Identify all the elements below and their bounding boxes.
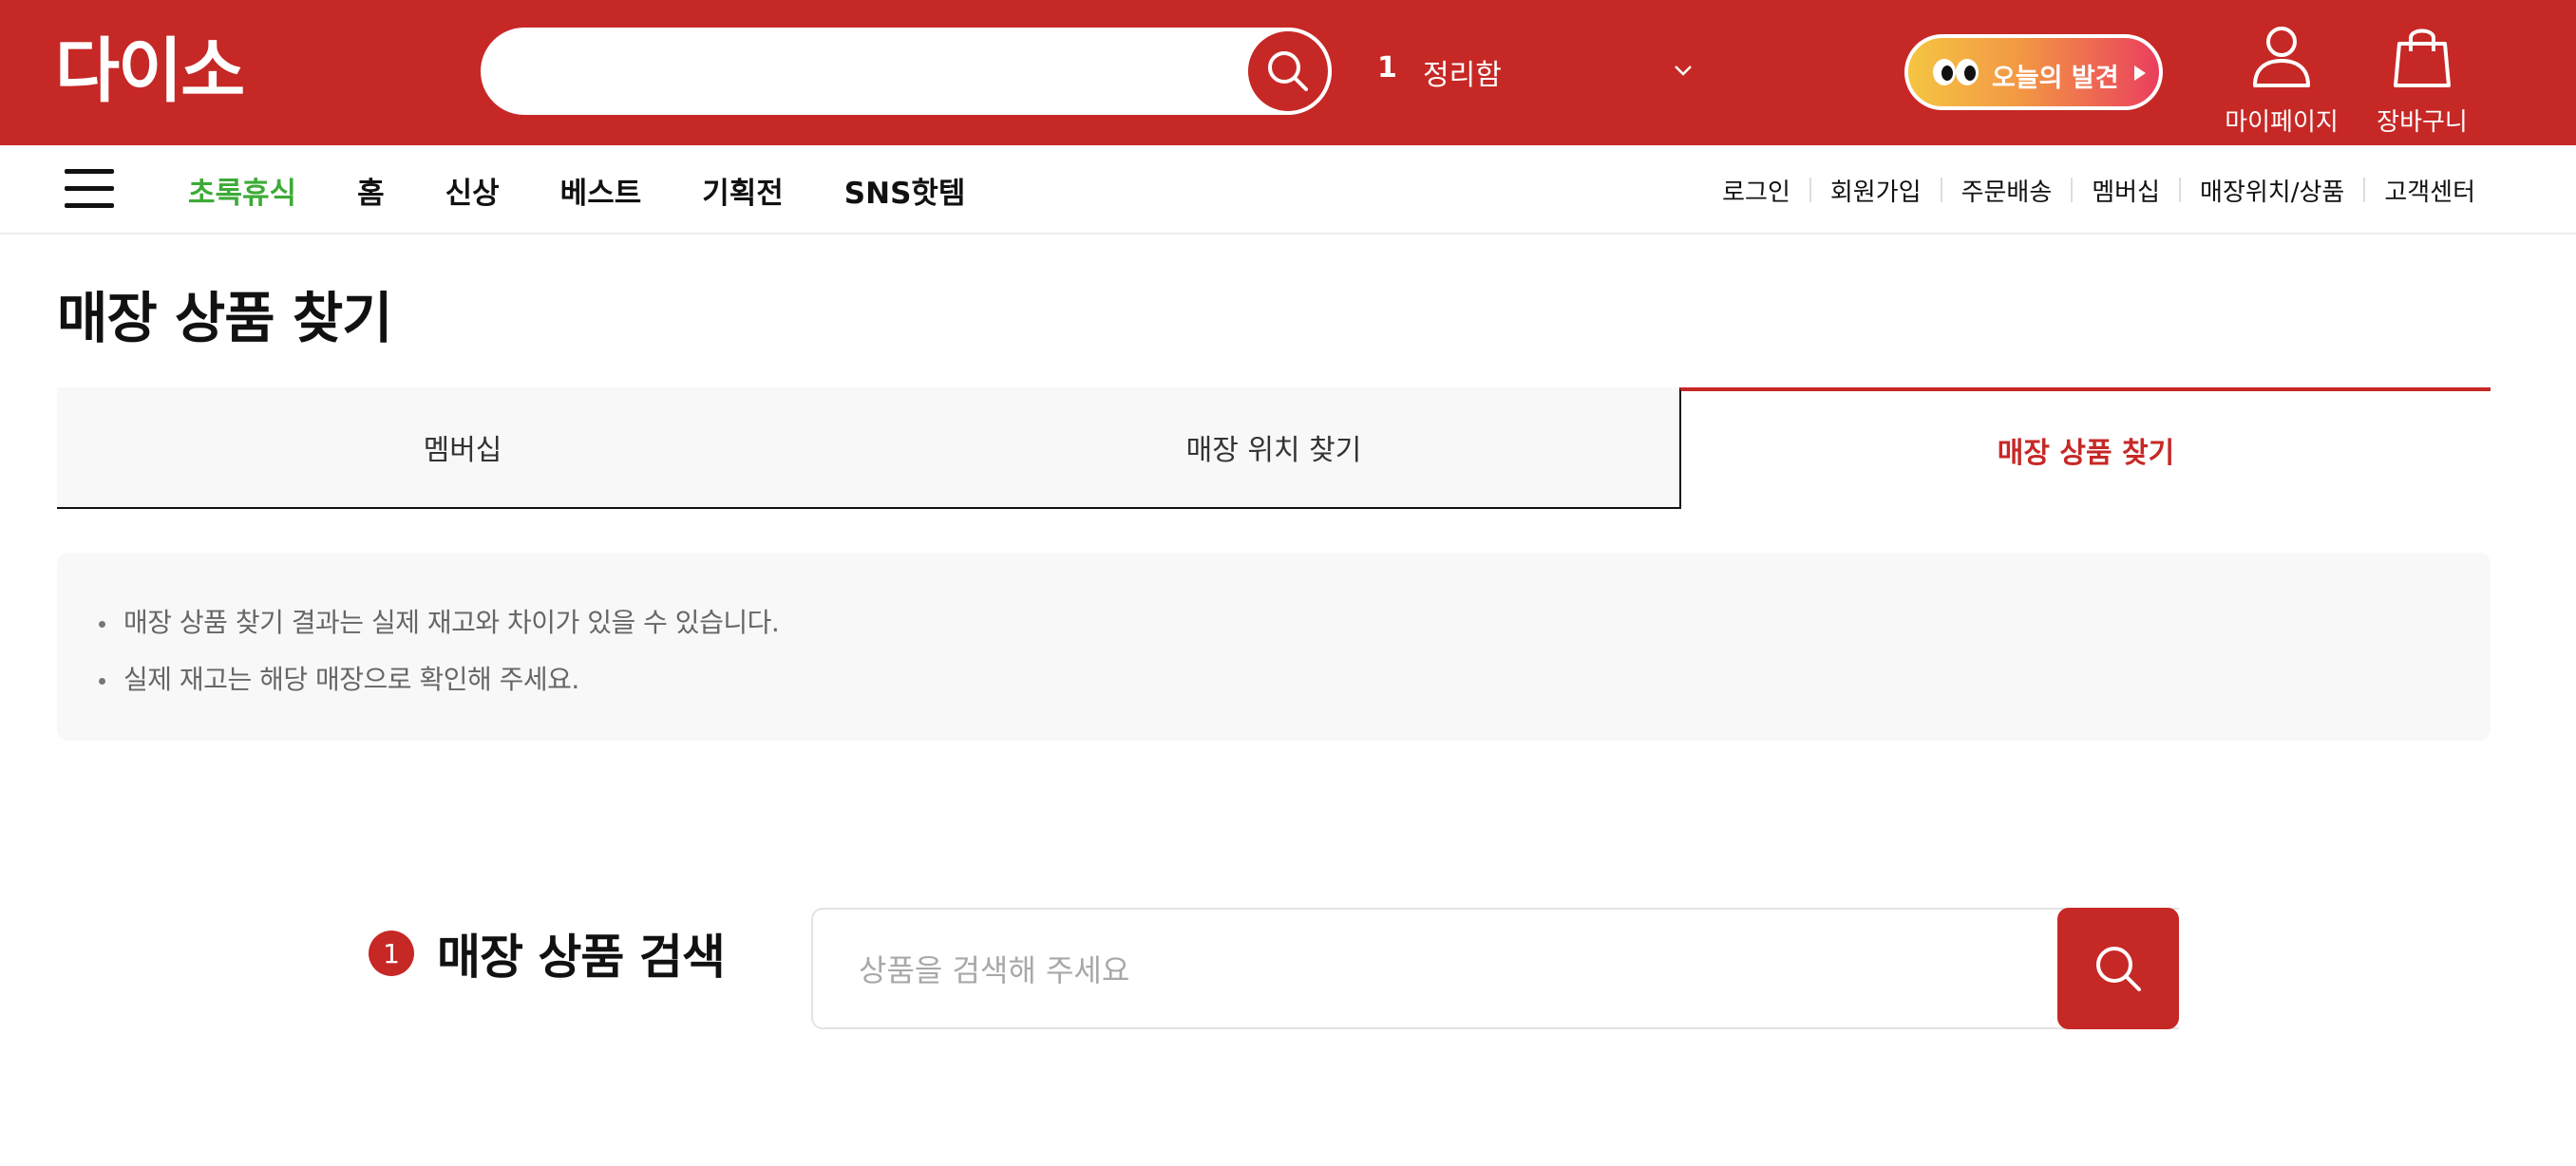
divider: [1809, 178, 1811, 202]
membership-link[interactable]: 멤버십: [2092, 173, 2160, 208]
page-title: 매장 상품 찾기: [57, 286, 393, 350]
notice-box: 매장 상품 찾기 결과는 실제 재고와 차이가 있을 수 있습니다. 실제 재고…: [57, 553, 2491, 741]
order-delivery-link[interactable]: 주문배송: [1961, 173, 2053, 208]
store-location-link[interactable]: 매장위치/상품: [2200, 173, 2344, 208]
tab-label: 멤버십: [423, 434, 502, 467]
tab-membership[interactable]: 멤버십: [57, 387, 868, 509]
notice-item: 매장 상품 찾기 결과는 실제 재고와 차이가 있을 수 있습니다.: [99, 594, 780, 651]
cart-link[interactable]: 장바구니: [2356, 23, 2489, 137]
global-search-bar: [481, 28, 1332, 115]
product-search-input[interactable]: [859, 946, 1998, 995]
top-header: 다이소 1 정리함 오늘의 발견 마이페이지 장바구니: [0, 0, 2576, 145]
step-number-badge: 1: [369, 931, 414, 976]
main-navigation: 초록휴식 홈 신상 베스트 기획전 SNS핫템 로그인 회원가입 주문배송 멤버…: [0, 145, 2576, 235]
todays-discovery-button[interactable]: 오늘의 발견: [1904, 34, 2163, 110]
global-search-input[interactable]: [519, 48, 1241, 94]
trending-keyword[interactable]: 1 정리함: [1377, 46, 1700, 95]
product-search-button[interactable]: [2057, 908, 2179, 1029]
daiso-logo[interactable]: 다이소: [55, 36, 312, 106]
signup-link[interactable]: 회원가입: [1830, 173, 1922, 208]
chevron-down-icon[interactable]: [1672, 59, 1695, 82]
trending-term: 정리함: [1423, 59, 1502, 92]
store-tabs: 멤버십 매장 위치 찾기 매장 상품 찾기: [57, 387, 2491, 509]
nav-item-best[interactable]: 베스트: [560, 169, 642, 212]
tab-label: 매장 상품 찾기: [1997, 437, 2175, 470]
divider: [2363, 178, 2366, 202]
notice-list: 매장 상품 찾기 결과는 실제 재고와 차이가 있을 수 있습니다. 실제 재고…: [99, 594, 780, 708]
trending-rank: 1: [1377, 51, 1397, 85]
shopping-bag-icon: [2394, 28, 2451, 87]
cart-label: 장바구니: [2377, 108, 2468, 137]
product-search-field: [811, 908, 2179, 1029]
divider: [1940, 178, 1942, 202]
login-link[interactable]: 로그인: [1722, 173, 1790, 208]
todays-discovery-label: 오늘의 발견: [1992, 64, 2119, 93]
user-icon: [2253, 27, 2310, 87]
nav-item-home[interactable]: 홈: [357, 169, 385, 212]
divider: [2071, 178, 2074, 202]
search-icon: [2096, 947, 2141, 991]
search-icon: [1268, 51, 1308, 91]
utility-menu: 로그인 회원가입 주문배송 멤버십 매장위치/상품 고객센터: [1722, 145, 2475, 235]
tab-store-product[interactable]: 매장 상품 찾기: [1679, 387, 2491, 509]
notice-item: 실제 재고는 해당 매장으로 확인해 주세요.: [99, 651, 779, 708]
category-menu: 초록휴식 홈 신상 베스트 기획전 SNS핫템: [188, 145, 1026, 235]
mypage-label: 마이페이지: [2225, 108, 2339, 137]
nav-item-green-rest[interactable]: 초록휴식: [188, 169, 296, 212]
mypage-link[interactable]: 마이페이지: [2215, 23, 2348, 137]
divider: [2179, 178, 2182, 202]
nav-item-new[interactable]: 신상: [445, 169, 500, 212]
tab-label: 매장 위치 찾기: [1185, 434, 1362, 467]
nav-item-promotions[interactable]: 기획전: [702, 169, 784, 212]
eyes-icon: [1933, 59, 1979, 85]
customer-center-link[interactable]: 고객센터: [2384, 173, 2475, 208]
nav-item-sns-hot[interactable]: SNS핫템: [844, 169, 966, 212]
triangle-right-icon: [2134, 66, 2146, 81]
hamburger-icon[interactable]: [65, 169, 114, 209]
tab-store-location[interactable]: 매장 위치 찾기: [868, 387, 1679, 509]
global-search-button[interactable]: [1244, 28, 1332, 115]
product-search-title: 매장 상품 검색: [437, 930, 726, 985]
